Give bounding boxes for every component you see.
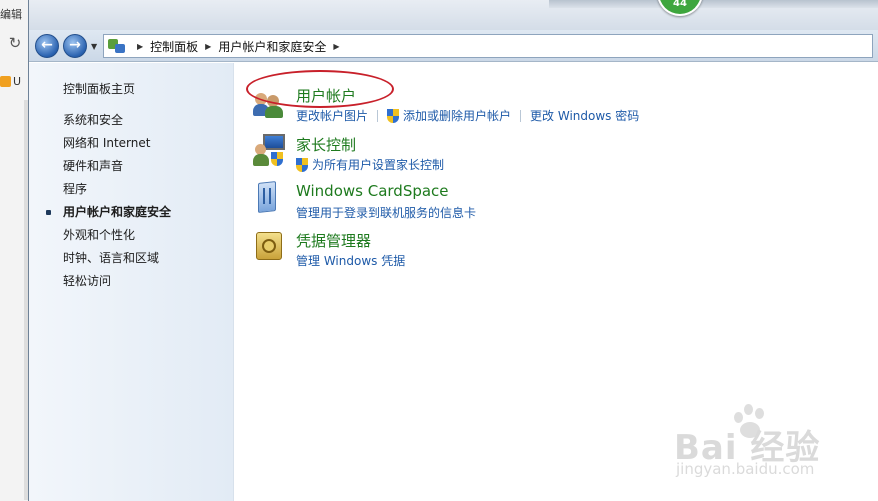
- breadcrumb-control-panel[interactable]: 控制面板: [150, 38, 198, 55]
- address-bar[interactable]: ▶ 控制面板 ▶ 用户帐户和家庭安全 ▶: [103, 34, 873, 58]
- recent-pages-dropdown-icon[interactable]: ▼: [91, 42, 101, 52]
- breadcrumb-separator-icon[interactable]: ▶: [333, 42, 339, 51]
- navigation-bar: ← → ▼ ▶ 控制面板 ▶ 用户帐户和家庭安全 ▶: [29, 30, 878, 62]
- credential-manager-title[interactable]: 凭据管理器: [296, 230, 371, 251]
- red-highlight-oval: [246, 70, 394, 108]
- back-arrow-icon[interactable]: ←: [35, 34, 59, 58]
- windows-cardspace-title[interactable]: Windows CardSpace: [296, 182, 449, 200]
- category-label: 程序: [63, 182, 88, 196]
- parental-controls-title[interactable]: 家长控制: [296, 134, 356, 155]
- control-panel-icon: [108, 38, 126, 54]
- breadcrumb-separator-icon[interactable]: ▶: [205, 42, 211, 51]
- category-hardware-sound[interactable]: 硬件和声音: [63, 158, 171, 181]
- bookmark-label: U: [13, 74, 22, 88]
- bookmark-item[interactable]: U: [0, 72, 30, 90]
- credential-manager-links: 管理 Windows 凭据: [296, 252, 405, 269]
- category-system-security[interactable]: 系统和安全: [63, 112, 171, 135]
- link-divider: [520, 109, 522, 122]
- uac-shield-icon: [296, 157, 309, 172]
- forward-arrow-icon[interactable]: →: [63, 34, 87, 58]
- manage-information-cards-link[interactable]: 管理用于登录到联机服务的信息卡: [296, 204, 476, 221]
- category-programs[interactable]: 程序: [63, 181, 171, 204]
- category-label: 硬件和声音: [63, 159, 124, 173]
- current-category-bullet-icon: [46, 210, 51, 215]
- left-navigation-pane: 控制面板主页 系统和安全 网络和 Internet 硬件和声音 程序 用户帐户和…: [29, 63, 234, 501]
- background-browser-title: 编辑: [0, 8, 22, 21]
- background-browser-window: 编辑 ↻ U: [0, 0, 30, 501]
- control-panel-home-link[interactable]: 控制面板主页: [63, 80, 135, 97]
- category-ease-of-access[interactable]: 轻松访问: [63, 273, 171, 296]
- category-network-internet[interactable]: 网络和 Internet: [63, 135, 171, 158]
- section-credential-manager: 凭据管理器 管理 Windows 凭据: [253, 230, 853, 270]
- section-windows-cardspace: Windows CardSpace 管理用于登录到联机服务的信息卡: [253, 181, 853, 222]
- link-divider: [377, 109, 379, 122]
- breadcrumb-separator-icon[interactable]: ▶: [137, 42, 143, 51]
- set-up-parental-controls-link[interactable]: 为所有用户设置家长控制: [312, 156, 444, 173]
- parental-controls-icon[interactable]: [253, 134, 287, 168]
- cardspace-icon[interactable]: [253, 181, 287, 216]
- change-account-picture-link[interactable]: 更改帐户图片: [296, 107, 368, 124]
- change-windows-password-link[interactable]: 更改 Windows 密码: [530, 107, 639, 124]
- window-titlebar: 44: [29, 0, 878, 30]
- breadcrumb-user-accounts-family-safety[interactable]: 用户帐户和家庭安全: [218, 38, 326, 55]
- category-label: 时钟、语言和区域: [63, 251, 160, 265]
- titlebar-overlap-shadow: [549, 0, 878, 8]
- parental-controls-links: 为所有用户设置家长控制: [296, 156, 444, 173]
- category-appearance-personalization[interactable]: 外观和个性化: [63, 227, 171, 250]
- section-parental-controls: 家长控制 为所有用户设置家长控制: [253, 134, 853, 174]
- baidu-jingyan-watermark: Bai 经验 jingyan.baidu.com: [674, 402, 874, 492]
- category-label: 外观和个性化: [63, 228, 136, 242]
- refresh-icon[interactable]: ↻: [6, 34, 24, 52]
- windows-cardspace-links: 管理用于登录到联机服务的信息卡: [296, 204, 476, 221]
- category-label: 轻松访问: [63, 274, 112, 288]
- add-remove-user-accounts-link[interactable]: 添加或删除用户帐户: [403, 107, 511, 124]
- notification-badge: 44: [657, 0, 703, 16]
- credential-manager-icon[interactable]: [253, 230, 287, 264]
- category-user-accounts-family-safety[interactable]: 用户帐户和家庭安全: [46, 204, 172, 227]
- category-label: 用户帐户和家庭安全: [63, 205, 172, 219]
- category-label: 网络和 Internet: [63, 136, 151, 150]
- category-list: 系统和安全 网络和 Internet 硬件和声音 程序 用户帐户和家庭安全 外观…: [46, 112, 172, 296]
- user-accounts-links: 更改帐户图片 添加或删除用户帐户 更改 Windows 密码: [296, 107, 639, 124]
- uac-shield-icon: [387, 108, 400, 123]
- category-label: 系统和安全: [63, 113, 124, 127]
- manage-windows-credentials-link[interactable]: 管理 Windows 凭据: [296, 252, 405, 269]
- watermark-url: jingyan.baidu.com: [676, 460, 815, 478]
- category-clock-language-region[interactable]: 时钟、语言和区域: [63, 250, 171, 273]
- bookmark-icon: [0, 75, 11, 87]
